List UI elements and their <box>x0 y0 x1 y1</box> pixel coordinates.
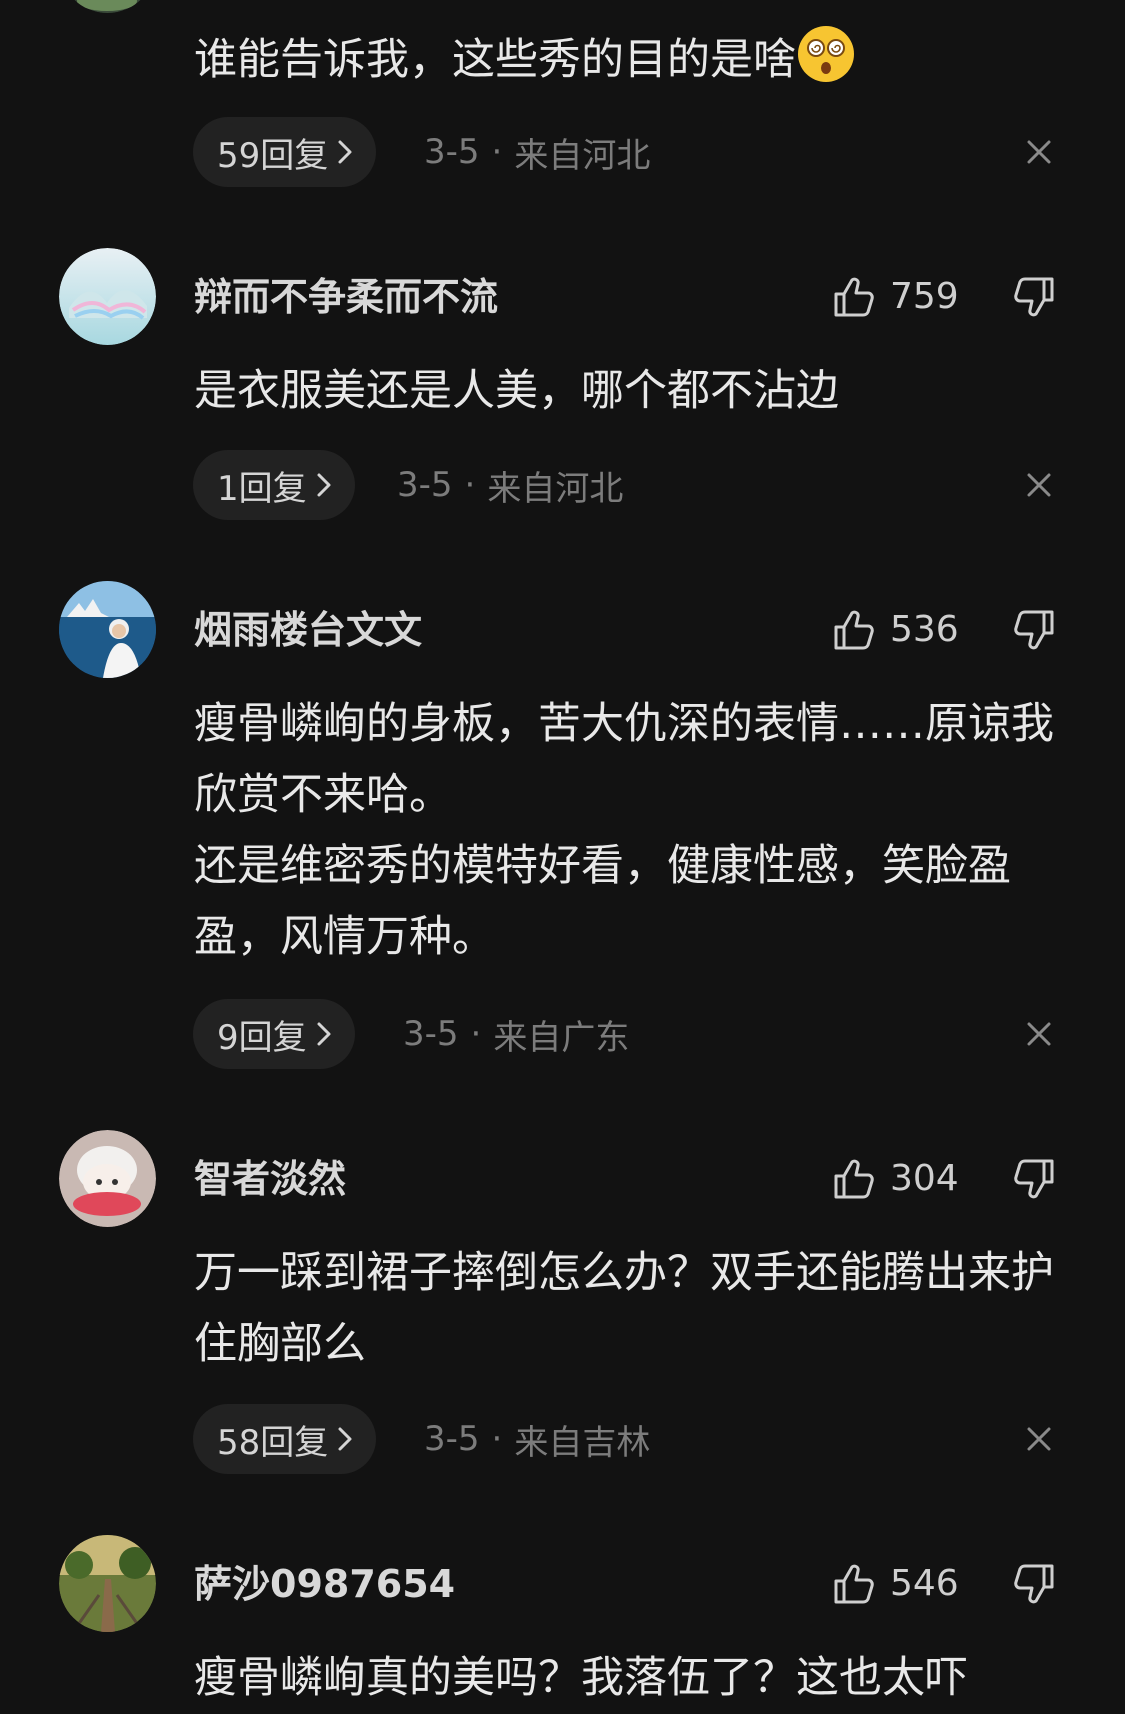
reply-label: 1回复 <box>217 468 307 509</box>
chevron-right-icon <box>317 1022 331 1046</box>
close-icon[interactable] <box>1024 117 1054 187</box>
comment-location: 来自广东 <box>493 1017 630 1058</box>
comment-date: 3-5 <box>397 465 453 505</box>
thumbs-down-icon <box>1014 1564 1054 1604</box>
close-icon[interactable] <box>1024 450 1054 520</box>
like-button[interactable]: 546 <box>832 1559 959 1609</box>
like-count: 546 <box>890 1563 959 1604</box>
meta-separator: · <box>491 1419 503 1459</box>
comment-date: 3-5 <box>424 132 480 172</box>
like-button[interactable]: 536 <box>832 605 959 655</box>
username[interactable]: 烟雨楼台文文 <box>194 605 422 655</box>
reply-label: 58回复 <box>217 1422 329 1463</box>
chevron-right-icon <box>317 473 331 497</box>
username[interactable]: 辩而不争柔而不流 <box>194 272 498 322</box>
thumbs-up-icon <box>834 1564 874 1604</box>
close-icon[interactable] <box>1024 999 1054 1069</box>
dislike-button[interactable] <box>1012 1154 1056 1204</box>
username[interactable]: 萨沙0987654 <box>194 1559 455 1609</box>
thumbs-up-icon <box>834 277 874 317</box>
avatar[interactable] <box>59 248 156 345</box>
username[interactable]: 智者淡然 <box>194 1154 346 1204</box>
avatar[interactable] <box>59 581 156 678</box>
like-button[interactable]: 304 <box>832 1154 959 1204</box>
chevron-right-icon <box>338 1427 352 1451</box>
reply-count-button[interactable]: 58回复 <box>193 1404 377 1474</box>
comment-meta: 3-5 · 来自河北 <box>424 117 650 187</box>
meta-separator: · <box>491 132 503 172</box>
comment-text: 瘦骨嶙峋真的美吗？我落伍了？这也太吓 <box>194 1653 968 1703</box>
comment-date: 3-5 <box>403 1014 459 1054</box>
like-count: 304 <box>890 1158 959 1199</box>
comment-date: 3-5 <box>424 1419 480 1459</box>
like-button[interactable]: 759 <box>832 272 959 322</box>
dislike-button[interactable] <box>1012 605 1056 655</box>
meta-separator: · <box>464 465 476 505</box>
comment-meta: 3-5 · 来自广东 <box>403 999 629 1069</box>
comment-meta: 3-5 · 来自吉林 <box>424 1404 650 1474</box>
comment-location: 来自河北 <box>487 468 624 509</box>
reply-label: 59回复 <box>217 135 329 176</box>
comment-text: 谁能告诉我，这些秀的目的是啥 <box>194 24 1094 96</box>
comment-list: 谁能告诉我，这些秀的目的是啥 59回复 3-5 · 来自河北 辩而不争柔而不流 … <box>0 0 1125 1714</box>
reply-label: 9回复 <box>217 1017 307 1058</box>
thumbs-up-icon <box>834 1159 874 1199</box>
comment-text: 万一踩到裙子摔倒怎么办？双手还能腾出来护住胸部么 <box>194 1248 1054 1369</box>
thumbs-down-icon <box>1014 1159 1054 1199</box>
dislike-button[interactable] <box>1012 272 1056 322</box>
reply-count-button[interactable]: 9回复 <box>193 999 355 1069</box>
like-count: 536 <box>890 609 959 650</box>
chevron-right-icon <box>338 140 352 164</box>
dislike-button[interactable] <box>1012 1559 1056 1609</box>
meta-separator: · <box>470 1014 482 1054</box>
thumbs-up-icon <box>834 610 874 650</box>
thumbs-down-icon <box>1014 610 1054 650</box>
avatar[interactable] <box>59 1535 156 1632</box>
thumbs-down-icon <box>1014 277 1054 317</box>
avatar[interactable] <box>59 1130 156 1227</box>
comment-location: 来自吉林 <box>514 1422 651 1463</box>
avatar[interactable] <box>59 0 156 13</box>
like-count: 759 <box>890 276 959 317</box>
close-icon[interactable] <box>1024 1404 1054 1474</box>
reply-count-button[interactable]: 59回复 <box>193 117 377 187</box>
comment-text: 是衣服美还是人美，哪个都不沾边 <box>194 366 839 416</box>
reply-count-button[interactable]: 1回复 <box>193 450 355 520</box>
comment-text: 瘦骨嶙峋的身板，苦大仇深的表情……原谅我欣赏不来哈。 还是维密秀的模特好看，健康… <box>194 699 1054 962</box>
comment-meta: 3-5 · 来自河北 <box>397 450 623 520</box>
dizzy-face-emoji <box>798 26 854 82</box>
comment-location: 来自河北 <box>514 135 651 176</box>
